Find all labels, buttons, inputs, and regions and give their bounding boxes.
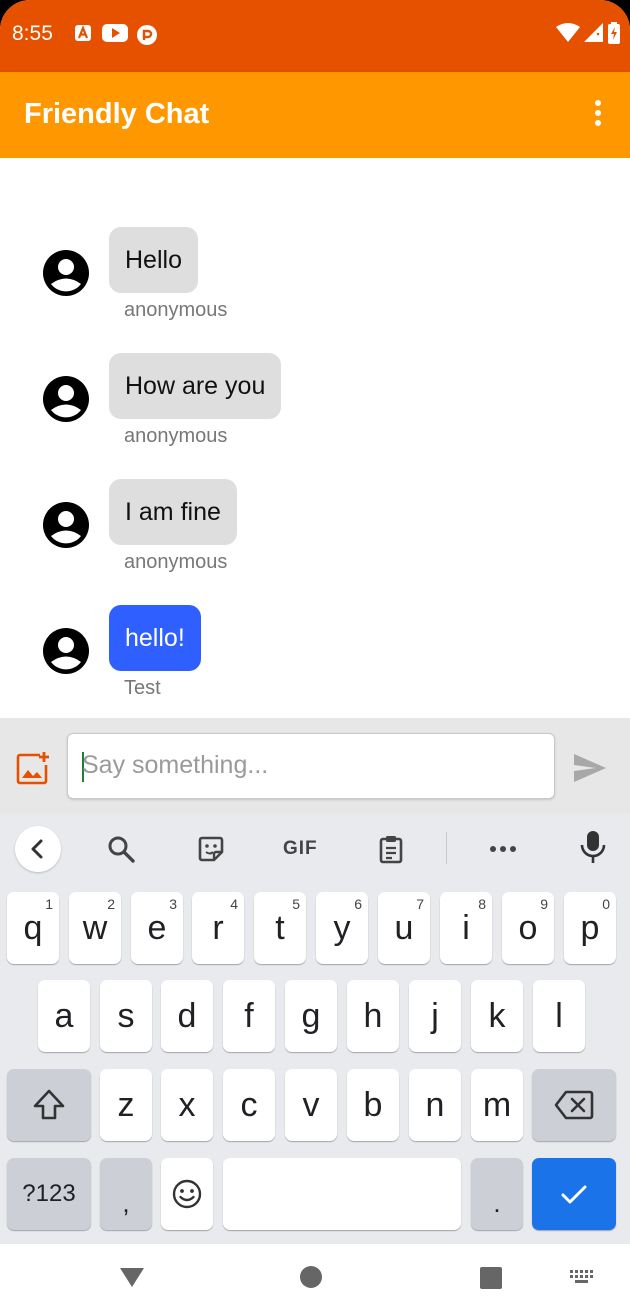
keyboard-toolbar: GIF	[0, 814, 630, 884]
backspace-key[interactable]	[532, 1069, 616, 1141]
gif-button[interactable]: GIF	[283, 838, 318, 860]
comma-key[interactable]: ,	[100, 1158, 152, 1230]
message-bubble: I am fine	[109, 479, 237, 545]
back-nav-icon[interactable]	[118, 1266, 146, 1288]
navigation-bar	[0, 1244, 630, 1308]
message-input[interactable]	[82, 742, 542, 788]
message-input-field[interactable]	[67, 733, 555, 799]
space-key[interactable]	[223, 1158, 461, 1230]
key-o[interactable]: o9	[502, 892, 554, 964]
done-key[interactable]	[532, 1158, 616, 1230]
key-a[interactable]: a	[38, 980, 90, 1052]
sticker-icon[interactable]	[196, 834, 226, 864]
back-icon[interactable]	[15, 826, 61, 872]
battery-icon	[608, 22, 620, 49]
account-circle-icon	[43, 628, 89, 674]
key-p[interactable]: p0	[564, 892, 616, 964]
key-g[interactable]: g	[285, 980, 337, 1052]
more-icon[interactable]	[488, 834, 518, 864]
key-b[interactable]: b	[347, 1069, 399, 1141]
phone-screen: 8:55 Friendly Chat Hello anonymous How a…	[0, 0, 630, 1308]
key-x[interactable]: x	[161, 1069, 213, 1141]
app-icon	[136, 24, 158, 51]
key-k[interactable]: k	[471, 980, 523, 1052]
message-item: hello! Test	[0, 605, 630, 715]
key-s[interactable]: s	[100, 980, 152, 1052]
key-j[interactable]: j	[409, 980, 461, 1052]
add-photo-icon[interactable]	[16, 751, 50, 785]
message-bubble-mine: hello!	[109, 605, 201, 671]
key-e[interactable]: e3	[131, 892, 183, 964]
recents-nav-icon[interactable]	[480, 1267, 502, 1289]
message-item: How are you anonymous	[0, 353, 630, 463]
backspace-icon	[554, 1090, 594, 1120]
key-v[interactable]: v	[285, 1069, 337, 1141]
message-sender: anonymous	[124, 551, 228, 573]
key-w[interactable]: w2	[69, 892, 121, 964]
key-r[interactable]: r4	[192, 892, 244, 964]
account-circle-icon	[43, 502, 89, 548]
message-bubble: How are you	[109, 353, 282, 419]
key-z[interactable]: z	[100, 1069, 152, 1141]
message-item: Hello anonymous	[0, 227, 630, 337]
key-t[interactable]: t5	[254, 892, 306, 964]
message-input-bar	[0, 718, 630, 814]
wifi-icon	[556, 23, 580, 48]
more-vert-icon[interactable]	[592, 100, 604, 130]
clipboard-icon[interactable]	[376, 834, 406, 864]
key-y[interactable]: y6	[316, 892, 368, 964]
a-icon	[74, 24, 92, 47]
symbols-key[interactable]: ?123	[7, 1158, 91, 1230]
key-n[interactable]: n	[409, 1069, 461, 1141]
period-key[interactable]: .	[471, 1158, 523, 1230]
key-u[interactable]: u7	[378, 892, 430, 964]
message-list[interactable]: Hello anonymous How are you anonymous I …	[0, 158, 630, 718]
key-q[interactable]: q1	[7, 892, 59, 964]
home-nav-icon[interactable]	[300, 1266, 322, 1288]
key-m[interactable]: m	[471, 1069, 523, 1141]
shift-icon	[33, 1089, 65, 1120]
message-item: I am fine anonymous	[0, 479, 630, 589]
app-bar: Friendly Chat	[0, 72, 630, 158]
account-circle-icon	[43, 250, 89, 296]
account-circle-icon	[43, 376, 89, 422]
key-i[interactable]: i8	[440, 892, 492, 964]
emoji-key[interactable]	[161, 1158, 213, 1230]
status-bar: 8:55	[0, 0, 630, 72]
key-c[interactable]: c	[223, 1069, 275, 1141]
app-title: Friendly Chat	[24, 98, 210, 130]
check-icon	[561, 1185, 587, 1204]
send-icon[interactable]	[572, 750, 608, 786]
keyboard-switch-icon[interactable]	[570, 1270, 594, 1284]
key-d[interactable]: d	[161, 980, 213, 1052]
search-icon[interactable]	[106, 834, 136, 864]
toolbar-divider	[446, 832, 447, 864]
emoji-icon	[172, 1179, 202, 1209]
message-bubble: Hello	[109, 227, 198, 293]
shift-key[interactable]	[7, 1069, 91, 1141]
status-icons	[556, 22, 620, 49]
message-sender: anonymous	[124, 299, 228, 321]
key-l[interactable]: l	[533, 980, 585, 1052]
mic-icon[interactable]	[578, 830, 608, 864]
keyboard: GIF q1 w2 e3 r4 t5 y6 u7 i8 o9 p0 a s d …	[0, 814, 630, 1244]
key-f[interactable]: f	[223, 980, 275, 1052]
key-h[interactable]: h	[347, 980, 399, 1052]
message-sender: Test	[124, 677, 161, 699]
message-sender: anonymous	[124, 425, 228, 447]
youtube-icon	[102, 24, 128, 47]
signal-icon	[584, 23, 604, 48]
status-time: 8:55	[12, 22, 53, 45]
